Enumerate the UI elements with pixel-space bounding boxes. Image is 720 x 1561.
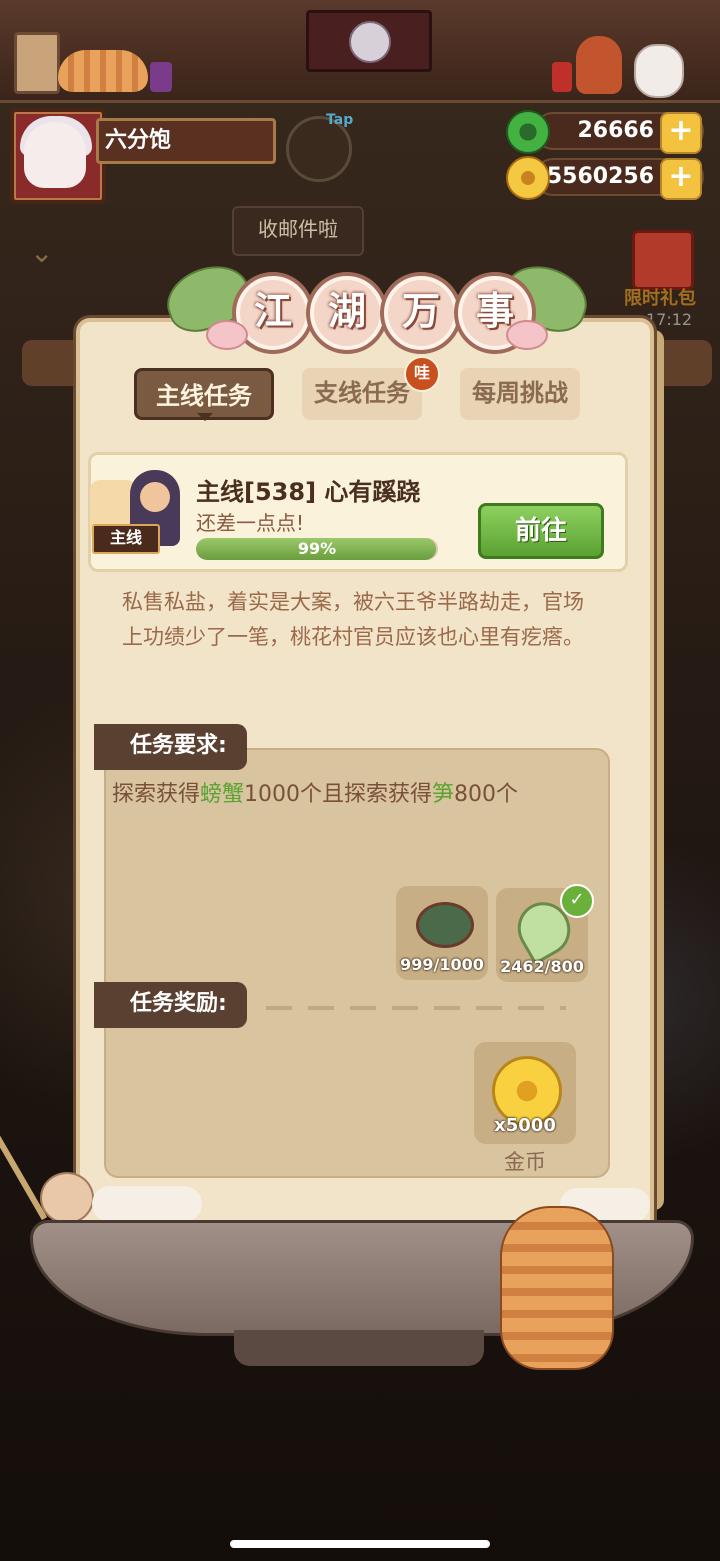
tap-label: Tap xyxy=(326,112,354,128)
crab-icon xyxy=(416,902,474,948)
character-girl-icon xyxy=(576,36,622,94)
panel-title: 江 湖 万 事 xyxy=(158,255,596,358)
tab-weekly-challenge[interactable]: 每周挑战 xyxy=(460,368,580,420)
gift-box-icon xyxy=(632,230,694,290)
chevron-down-icon[interactable]: ⌄ xyxy=(30,236,60,269)
add-gold-button[interactable]: + xyxy=(660,158,702,200)
player-name: 六分饱 xyxy=(96,118,276,164)
jar-icon xyxy=(150,62,172,92)
go-button[interactable]: 前往 xyxy=(478,503,604,559)
add-jade-button[interactable]: + xyxy=(660,112,702,154)
quest-description: 私售私盐，着实是大案，被六王爷半路劫走，官场上功绩少了一笔，桃花村官员应该也心里… xyxy=(122,590,584,649)
mail-tip[interactable]: 收邮件啦 xyxy=(232,206,364,256)
check-icon: ✓ xyxy=(560,884,594,918)
reward-item[interactable]: x5000 xyxy=(474,1042,576,1144)
requirement-text: 探索获得螃蟹1000个且探索获得笋800个 xyxy=(112,776,518,808)
tab-main-quest[interactable]: 主线任务 xyxy=(134,368,274,421)
limited-gift[interactable]: 限时礼包 17:12 xyxy=(610,220,710,330)
characters-group xyxy=(576,36,686,98)
gold-counter: 5560256 + xyxy=(506,156,704,200)
book-icon[interactable] xyxy=(14,32,60,94)
gift-label: 限时礼包 xyxy=(624,288,696,309)
character-face xyxy=(140,482,170,512)
title-char: 湖 xyxy=(306,272,388,354)
sleeping-cat-icon xyxy=(58,50,148,92)
gold-coin-icon xyxy=(506,156,550,200)
requirement-header: 任务要求: xyxy=(94,724,247,770)
character-portrait-icon xyxy=(349,21,391,63)
top-banner[interactable] xyxy=(306,10,432,72)
quest-title: 主线[538] 心有蹊跷 xyxy=(196,478,421,506)
progress-label: 99% xyxy=(297,539,337,558)
jade-counter: 26666 + xyxy=(506,110,704,154)
character-cat-icon xyxy=(634,44,684,98)
jar-icon xyxy=(552,62,572,92)
divider xyxy=(266,1006,566,1010)
title-char: 万 xyxy=(380,272,462,354)
crab-item[interactable]: 999/1000 xyxy=(396,886,488,980)
main-quest-tag: 主线 xyxy=(92,524,160,554)
gold-value: 5560256 xyxy=(546,164,654,189)
reward-header: 任务奖励: xyxy=(94,982,247,1028)
rice-icon xyxy=(92,1186,202,1222)
jade-icon xyxy=(506,110,550,154)
bamboo-count: 2462/800 xyxy=(500,957,584,976)
side-quest-badge: 哇 xyxy=(404,356,440,392)
crab-count: 999/1000 xyxy=(400,955,484,974)
avatar-face xyxy=(24,122,86,188)
player-avatar[interactable] xyxy=(10,108,106,204)
fishcake-icon xyxy=(206,320,248,350)
reward-count: x5000 xyxy=(494,1115,556,1136)
top-shelf xyxy=(0,0,720,103)
bowl-base xyxy=(234,1330,484,1366)
peeking-cat-icon xyxy=(500,1206,614,1370)
fishcake-icon xyxy=(506,320,548,350)
req-text-part: 800个 xyxy=(454,782,519,807)
jade-value: 26666 xyxy=(577,118,654,143)
quest-progress-bar: 99% xyxy=(196,538,438,560)
fishball-icon xyxy=(40,1172,94,1224)
req-text-part: 1000个且探索获得 xyxy=(244,782,433,807)
home-indicator[interactable] xyxy=(230,1540,490,1548)
req-text-part: 探索获得 xyxy=(112,782,201,807)
reward-name: 金币 xyxy=(504,1150,546,1174)
quest-subtitle: 还差一点点! xyxy=(196,511,305,535)
req-item-crab: 螃蟹 xyxy=(200,782,245,807)
req-item-bamboo: 笋 xyxy=(432,782,455,807)
